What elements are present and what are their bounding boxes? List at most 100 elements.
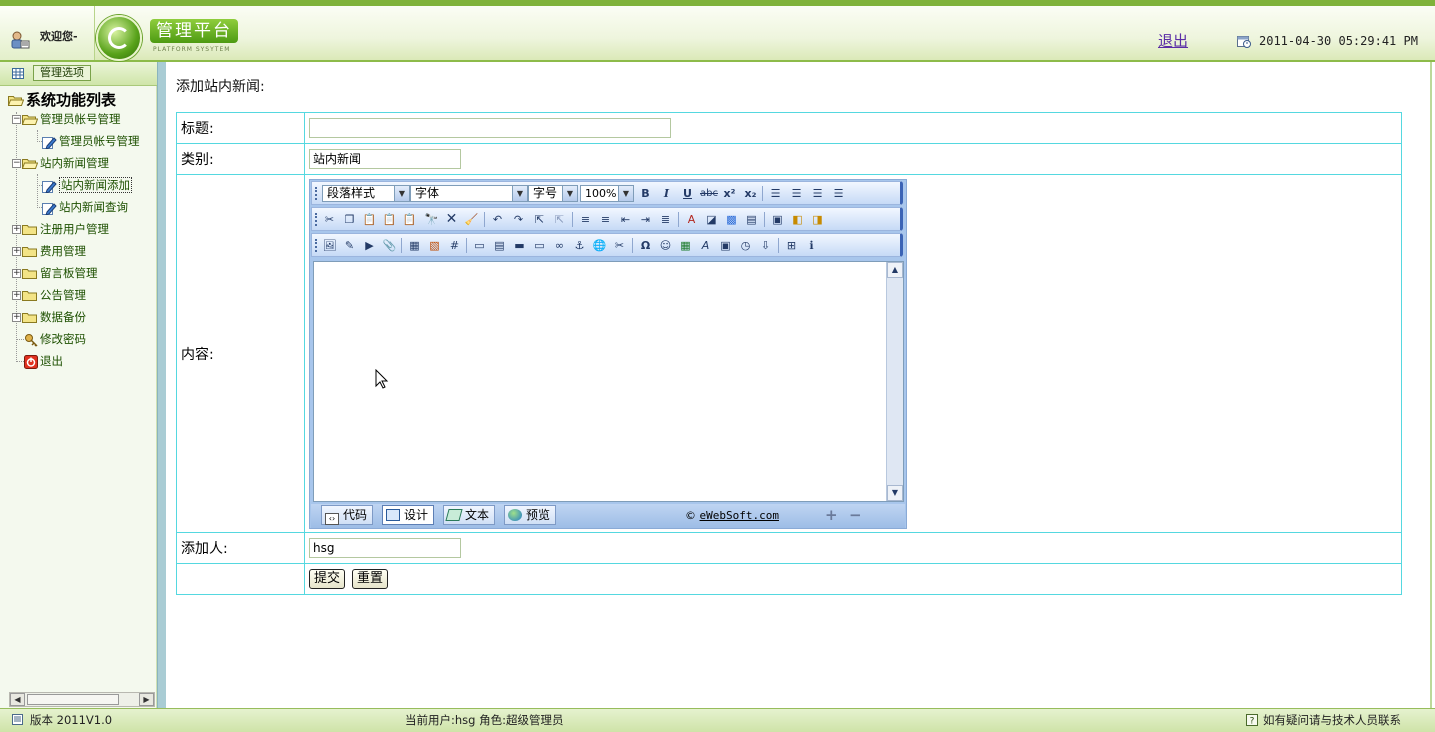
mode-code-button[interactable]: ‹› 代码 <box>321 504 374 525</box>
excel-icon[interactable]: ▦ <box>678 238 693 253</box>
tree-item-data-backup[interactable]: + 数据备份 <box>12 308 86 326</box>
font-color-icon[interactable]: A <box>684 212 699 227</box>
about-icon[interactable]: ℹ <box>804 238 819 253</box>
paste-word-icon[interactable]: 📋 <box>402 212 417 227</box>
scroll-up-icon[interactable]: ▲ <box>887 261 903 278</box>
editor-enlarge-icon[interactable]: + <box>825 507 838 523</box>
menu-options-button[interactable]: 管理选项 <box>33 65 91 81</box>
editor-content-area[interactable]: ▲ ▼ <box>313 260 904 502</box>
sidebar-horizontal-scrollbar[interactable]: ◀ ▶ <box>9 692 155 707</box>
align-justify-icon[interactable]: ☰ <box>831 186 846 201</box>
italic-icon[interactable]: I <box>659 186 674 201</box>
bold-icon[interactable]: B <box>638 186 653 201</box>
ordered-list-icon[interactable]: ≡ <box>578 212 593 227</box>
collapse-icon[interactable]: − <box>12 115 21 124</box>
author-input[interactable]: hsg <box>309 538 461 558</box>
reset-button[interactable]: 重置 <box>352 569 389 589</box>
expand-icon[interactable]: + <box>12 269 21 278</box>
undo-icon[interactable]: ↶ <box>490 212 505 227</box>
date-icon[interactable]: ▣ <box>718 238 733 253</box>
zoom-select[interactable]: 100% ▼ <box>580 184 634 202</box>
table-icon[interactable]: ▦ <box>407 238 422 253</box>
media-icon[interactable]: ▶ <box>362 238 377 253</box>
tree-leaf-news-query[interactable]: 站内新闻查询 <box>42 198 128 216</box>
cut-icon[interactable]: ✂ <box>322 212 337 227</box>
tree-item-site-news[interactable]: − 站内新闻管理 <box>12 154 109 172</box>
special-char-icon[interactable]: Ω <box>638 238 653 253</box>
scroll-thumb[interactable] <box>27 694 119 705</box>
tree-item-registered-users[interactable]: + 注册用户管理 <box>12 220 109 238</box>
tree-leaf-change-password[interactable]: 修改密码 <box>24 330 86 348</box>
tree-leaf-news-add[interactable]: 站内新闻添加 <box>42 176 132 194</box>
align-right-icon[interactable]: ☰ <box>810 186 825 201</box>
mode-text-button[interactable]: 文本 <box>443 504 496 525</box>
indent-icon[interactable]: ⇥ <box>638 212 653 227</box>
remote-upload-icon[interactable]: ⇩ <box>758 238 773 253</box>
outdent-icon[interactable]: ⇤ <box>618 212 633 227</box>
select-all-icon[interactable]: ⇱ <box>532 212 547 227</box>
horizontal-rule-icon[interactable]: ▬ <box>512 238 527 253</box>
expand-icon[interactable]: + <box>12 313 21 322</box>
superscript-icon[interactable]: x² <box>722 186 737 201</box>
subscript-icon[interactable]: x₂ <box>743 186 758 201</box>
art-text-icon[interactable]: A <box>698 238 713 253</box>
tree-item-message-board[interactable]: + 留言板管理 <box>12 264 98 282</box>
expand-icon[interactable]: + <box>12 225 21 234</box>
tree-leaf-logout[interactable]: 退出 <box>24 352 63 370</box>
tree-leaf-admin-account-manage[interactable]: 管理员帐号管理 <box>42 132 140 150</box>
fieldset-icon[interactable]: ▭ <box>472 238 487 253</box>
delete-icon[interactable]: ✕ <box>444 211 459 227</box>
editor-shrink-icon[interactable]: − <box>849 507 862 523</box>
category-input[interactable]: 站内新闻 <box>309 149 461 169</box>
maximize-icon[interactable]: ⊞ <box>784 238 799 253</box>
tree-item-announcements[interactable]: + 公告管理 <box>12 286 86 304</box>
clean-format-icon[interactable]: 🧹 <box>464 212 479 227</box>
unselect-icon[interactable]: ⇱ <box>552 212 567 227</box>
redo-icon[interactable]: ↷ <box>511 212 526 227</box>
underline-icon[interactable]: U <box>680 186 695 201</box>
emoticon-icon[interactable]: ☺ <box>658 238 673 253</box>
mode-preview-button[interactable]: 预览 <box>504 504 557 525</box>
iframe-icon[interactable]: ▤ <box>492 238 507 253</box>
logout-link[interactable]: 退出 <box>1158 30 1188 51</box>
attachment-icon[interactable]: 📎 <box>382 238 397 253</box>
font-size-select[interactable]: 字号 ▼ <box>528 184 578 202</box>
clear-float-icon[interactable]: ≣ <box>658 212 673 227</box>
expand-icon[interactable]: + <box>12 291 21 300</box>
editor-vertical-scrollbar[interactable]: ▲ ▼ <box>886 261 903 501</box>
paste-text-icon[interactable]: 📋 <box>382 212 397 227</box>
flash-icon[interactable]: ✎ <box>342 238 357 253</box>
scroll-down-icon[interactable]: ▼ <box>887 484 903 501</box>
page-break-icon[interactable]: ◧ <box>790 212 805 227</box>
unlink-icon[interactable]: ✂ <box>612 238 627 253</box>
hyperlink-icon[interactable]: ∞ <box>552 238 567 253</box>
cell-icon[interactable]: ▧ <box>427 238 442 253</box>
expand-icon[interactable]: + <box>12 247 21 256</box>
ewebsoft-link[interactable]: eWebSoft.com <box>700 509 779 522</box>
grid-icon[interactable]: # <box>447 238 462 253</box>
align-center-icon[interactable]: ☰ <box>789 186 804 201</box>
fullscreen-icon[interactable]: ▣ <box>770 212 785 227</box>
sidebar-splitter[interactable] <box>157 62 166 708</box>
tree-item-fees[interactable]: + 费用管理 <box>12 242 86 260</box>
marquee-icon[interactable]: ▭ <box>532 238 547 253</box>
unordered-list-icon[interactable]: ≡ <box>598 212 613 227</box>
collapse-icon[interactable]: − <box>12 159 21 168</box>
font-select[interactable]: 字体 ▼ <box>410 184 528 202</box>
map-icon[interactable]: 🌐 <box>592 238 607 253</box>
text-box-icon[interactable]: ▤ <box>744 212 759 227</box>
mode-design-button[interactable]: 设计 <box>382 504 435 525</box>
submit-button[interactable]: 提交 <box>309 569 346 589</box>
title-input[interactable] <box>309 118 671 138</box>
strikethrough-icon[interactable]: abc <box>700 186 718 201</box>
align-left-icon[interactable]: ☰ <box>768 186 783 201</box>
scroll-right-icon[interactable]: ▶ <box>139 693 154 706</box>
format-brush-icon[interactable]: ◨ <box>810 212 825 227</box>
scroll-left-icon[interactable]: ◀ <box>10 693 25 706</box>
tree-item-admin-accounts[interactable]: − 管理员帐号管理 <box>12 110 121 128</box>
highlight-icon[interactable]: ▩ <box>724 212 739 227</box>
image-icon[interactable]: 🖼 <box>322 238 337 253</box>
background-color-icon[interactable]: ◪ <box>704 212 719 227</box>
copy-icon[interactable]: ❐ <box>342 212 357 227</box>
time-icon[interactable]: ◷ <box>738 238 753 253</box>
